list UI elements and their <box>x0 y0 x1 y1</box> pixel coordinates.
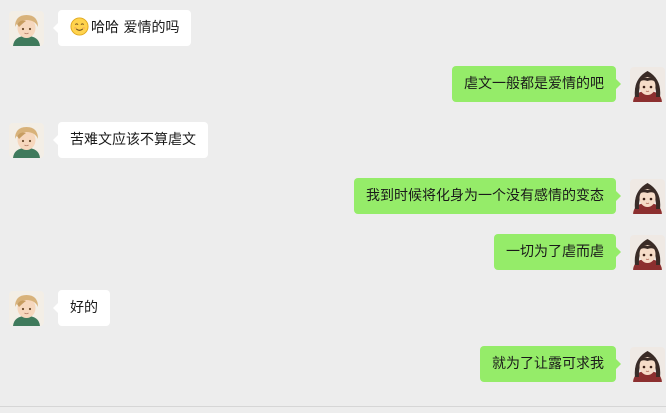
input-area-divider <box>0 406 666 407</box>
message-row: 一切为了虐而虐 <box>0 232 666 272</box>
message-text: 一切为了虐而虐 <box>506 244 604 260</box>
message-text: 我到时候将化身为一个没有感情的变态 <box>366 188 604 204</box>
message-text: 虐文一般都是爱情的吧 <box>464 76 604 92</box>
self-avatar[interactable] <box>630 67 665 102</box>
blonde-boy-avatar-icon <box>9 11 44 46</box>
chat-area: 哈哈 爱情的吗 虐文一般都是爱情的吧 苦难文应该不算虐文 我到时候将化身为一个没… <box>0 0 666 413</box>
contact-avatar[interactable] <box>9 11 44 46</box>
message-text: 好的 <box>70 300 98 316</box>
message-row: 就为了让露可求我 <box>0 344 666 384</box>
message-row: 哈哈 爱情的吗 <box>0 8 666 48</box>
incoming-message-bubble[interactable]: 哈哈 爱情的吗 <box>52 10 192 46</box>
message-row: 虐文一般都是爱情的吧 <box>0 64 666 104</box>
dark-haired-girl-avatar-icon <box>630 67 665 102</box>
outgoing-message-bubble[interactable]: 就为了让露可求我 <box>480 346 621 382</box>
dark-haired-girl-avatar-icon <box>630 179 665 214</box>
message-row: 我到时候将化身为一个没有感情的变态 <box>0 176 666 216</box>
message-text: 哈哈 爱情的吗 <box>91 20 180 36</box>
outgoing-message-bubble[interactable]: 一切为了虐而虐 <box>494 234 621 270</box>
self-avatar[interactable] <box>630 235 665 270</box>
contact-avatar[interactable] <box>9 291 44 326</box>
dark-haired-girl-avatar-icon <box>630 347 665 382</box>
self-avatar[interactable] <box>630 179 665 214</box>
smiling-face-emoji-icon <box>70 17 89 36</box>
message-row: 好的 <box>0 288 666 328</box>
message-text: 苦难文应该不算虐文 <box>70 132 196 148</box>
incoming-message-bubble[interactable]: 苦难文应该不算虐文 <box>53 122 208 158</box>
outgoing-message-bubble[interactable]: 我到时候将化身为一个没有感情的变态 <box>354 178 621 214</box>
message-row: 苦难文应该不算虐文 <box>0 120 666 160</box>
blonde-boy-avatar-icon <box>9 291 44 326</box>
contact-avatar[interactable] <box>9 123 44 158</box>
self-avatar[interactable] <box>630 347 665 382</box>
message-text: 就为了让露可求我 <box>492 356 604 372</box>
blonde-boy-avatar-icon <box>9 123 44 158</box>
incoming-message-bubble[interactable]: 好的 <box>53 290 110 326</box>
outgoing-message-bubble[interactable]: 虐文一般都是爱情的吧 <box>452 66 621 102</box>
dark-haired-girl-avatar-icon <box>630 235 665 270</box>
